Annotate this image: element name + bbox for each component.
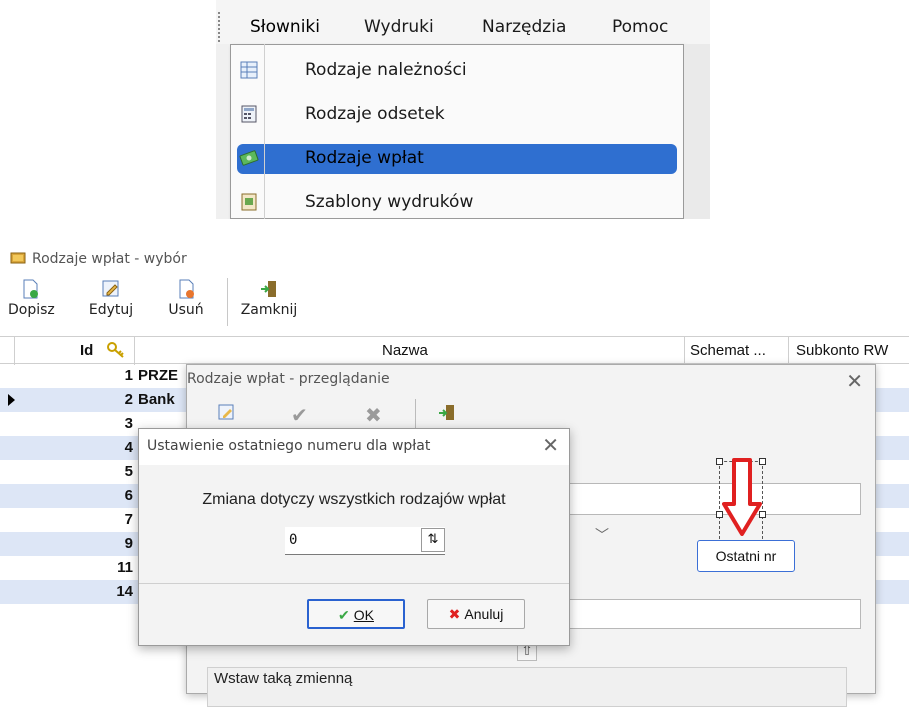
dialog-message: Zmiana dotyczy wszystkich rodzajów wpłat [202, 491, 506, 508]
menu-item-label: Rodzaje odsetek [305, 104, 445, 124]
delete-button-label: Usuń [168, 302, 204, 318]
row-id: 2 [124, 391, 133, 408]
menu-item-highlight [237, 144, 677, 174]
group-label: Wstaw taką zmienną [214, 670, 353, 687]
close-icon[interactable]: ✕ [846, 369, 863, 393]
exit-door-icon [261, 281, 276, 297]
grid-header: Id Nazwa Schemat ... Subkonto RW [0, 336, 909, 365]
close-icon[interactable]: ✕ [542, 433, 559, 457]
col-divider [788, 337, 789, 365]
close-button-label: Zamknij [240, 302, 298, 318]
cancel-label: Anuluj [464, 606, 504, 622]
window-title: Rodzaje wpłat - wybór [10, 250, 187, 272]
menu-item-szablony-wydrukow[interactable]: Szablony wydruków [231, 187, 683, 219]
cancel-x-icon: ✖ [448, 606, 461, 622]
ok-label: OK [353, 607, 374, 623]
menu-item-rodzaje-odsetek[interactable]: Rodzaje odsetek [231, 99, 683, 131]
template-icon [241, 193, 257, 211]
calculator-icon [241, 105, 257, 123]
add-button-label: Dopisz [8, 302, 55, 318]
window-title-text: Rodzaje wpłat - wybór [32, 251, 187, 267]
exit-door-icon[interactable] [437, 403, 457, 423]
row-name: Bank [138, 391, 175, 408]
spin-arrows-icon[interactable]: ⇅ [421, 528, 445, 552]
col-divider [134, 337, 135, 365]
ok-button[interactable]: ✔ OK [307, 599, 405, 629]
last-number-button[interactable]: Ostatni nr [697, 540, 795, 572]
menu-bar: Słowniki Wydruki Narzędzia Pomoc [216, 0, 710, 44]
row-id: 4 [124, 439, 133, 456]
row-id: 3 [124, 415, 133, 432]
row-id: 1 [124, 367, 133, 384]
number-value[interactable]: 0 [289, 532, 297, 548]
cancel-button[interactable]: ✖ Anuluj [427, 599, 525, 629]
menu-wydruki[interactable]: Wydruki [364, 17, 434, 37]
menu-narzedzia[interactable]: Narzędzia [482, 17, 566, 37]
row-id: 14 [116, 583, 133, 600]
last-number-dialog: Ustawienie ostatniego numeru dla wpłat ✕… [138, 428, 570, 646]
new-document-icon [23, 279, 38, 299]
number-stepper[interactable]: 0 ⇅ [285, 527, 445, 555]
toolbar-separator [227, 278, 228, 326]
delete-document-icon [179, 279, 194, 299]
table-icon [240, 61, 258, 79]
money-icon [10, 252, 26, 264]
current-row-indicator [8, 394, 15, 406]
col-header-schemat[interactable]: Schemat ... [690, 342, 766, 359]
background-strip [684, 44, 710, 219]
row-id: 7 [124, 511, 133, 528]
check-icon[interactable]: ✔ [291, 403, 308, 427]
chevron-down-icon[interactable]: ﹀ [595, 525, 609, 545]
menu-item-label: Szablony wydruków [305, 192, 474, 212]
money-icon [239, 150, 259, 166]
row-id: 5 [124, 463, 133, 480]
menu-item-label: Rodzaje należności [305, 60, 467, 80]
row-id: 6 [124, 487, 133, 504]
annotation-arrow-icon [722, 458, 762, 536]
col-divider [14, 337, 15, 365]
browse-dialog-title: Rodzaje wpłat - przeglądanie [187, 371, 390, 387]
edit-icon[interactable] [217, 403, 237, 423]
menu-slowniki[interactable]: Słowniki [250, 17, 320, 37]
row-id: 9 [124, 535, 133, 552]
add-button[interactable]: Dopisz [8, 274, 55, 318]
menu-item-label: Rodzaje wpłat [305, 148, 424, 168]
menu-pomoc[interactable]: Pomoc [612, 17, 668, 37]
main-toolbar: Dopisz Edytuj Usuń Zamknij [0, 274, 909, 336]
menu-bar-grip [218, 12, 220, 42]
dropdown-icon-separator [264, 44, 265, 219]
menu-item-rodzaje-wplat[interactable]: Rodzaje wpłat [231, 143, 683, 175]
col-header-nazwa[interactable]: Nazwa [382, 342, 428, 359]
slowniki-dropdown: Rodzaje należności Rodzaje odsetek Rodza… [230, 44, 684, 219]
edit-button[interactable]: Edytuj [86, 274, 136, 318]
dialog-title: Ustawienie ostatniego numeru dla wpłat [147, 438, 431, 454]
col-header-subkonto[interactable]: Subkonto RW [796, 342, 888, 359]
menu-item-rodzaje-naleznosci[interactable]: Rodzaje należności [231, 55, 683, 87]
key-icon [107, 342, 124, 358]
delete-button[interactable]: Usuń [164, 274, 208, 318]
col-header-id[interactable]: Id [80, 342, 93, 359]
edit-icon [102, 280, 119, 297]
close-button[interactable]: Zamknij [236, 274, 302, 318]
dialog-divider [139, 583, 569, 584]
col-divider [684, 337, 685, 365]
row-id: 11 [117, 559, 133, 576]
cancel-x-icon[interactable]: ✖ [365, 403, 382, 427]
row-name: PRZE [138, 367, 179, 384]
menu-screenshot: Słowniki Wydruki Narzędzia Pomoc Rodzaje… [216, 0, 710, 219]
variable-group: Wstaw taką zmienną [207, 667, 847, 707]
toolbar-separator [415, 399, 416, 429]
dialog-titlebar: Ustawienie ostatniego numeru dla wpłat ✕ [139, 429, 569, 465]
check-icon: ✔ [338, 607, 350, 623]
edit-button-label: Edytuj [88, 302, 134, 318]
